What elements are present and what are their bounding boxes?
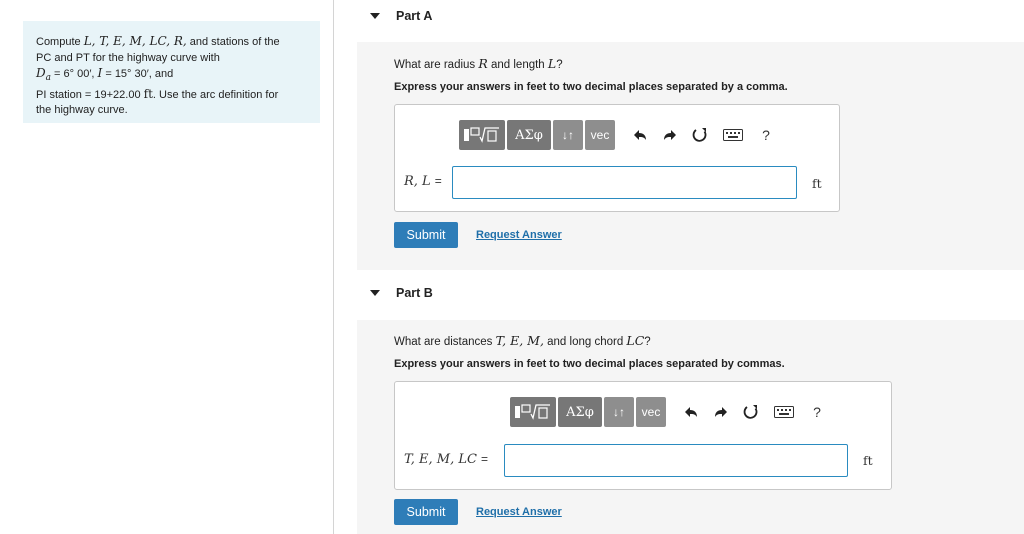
part-a-unit: ft [812,176,822,191]
part-a-input-label: R, L = [404,174,442,189]
keyboard-icon[interactable] [715,120,751,150]
part-a-toolbar: ΑΣφ ↓↑ vec ? [459,120,781,150]
part-b-unit: ft [863,453,873,468]
help-icon[interactable]: ? [751,120,781,150]
part-b-instruction: Express your answers in feet to two deci… [394,358,785,370]
part-b-title: Part B [396,286,433,300]
problem-line-3: Da = 6° 00′, I = 15° 30′, and [36,66,174,84]
part-b-request-answer-link[interactable]: Request Answer [476,506,562,518]
collapse-caret-icon[interactable] [370,290,380,296]
part-a-answer-input[interactable] [452,166,797,199]
templates-button[interactable] [459,120,505,150]
subscript-superscript-button[interactable]: ↓↑ [553,120,583,150]
help-icon[interactable]: ? [802,397,832,427]
part-b-input-label: T, E, M, LC = [404,452,488,467]
redo-icon[interactable] [655,120,685,150]
reset-icon[interactable] [736,397,766,427]
panel-divider [333,0,334,534]
part-b-submit-button[interactable]: Submit [394,499,458,525]
undo-icon[interactable] [625,120,655,150]
collapse-caret-icon[interactable] [370,13,380,19]
subscript-superscript-button[interactable]: ↓↑ [604,397,634,427]
reset-icon[interactable] [685,120,715,150]
part-a-instruction: Express your answers in feet to two deci… [394,81,788,93]
undo-icon[interactable] [676,397,706,427]
part-b-header[interactable]: Part B [370,283,433,303]
problem-line-2: PC and PT for the highway curve with [36,51,220,64]
problem-line-5: the highway curve. [36,104,128,117]
part-a-header[interactable]: Part A [370,6,432,26]
vector-button[interactable]: vec [585,120,615,150]
problem-line-4: PI station = 19+22.00 ft. Use the arc de… [36,86,279,101]
problem-line-1: Compute L, T, E, M, LC, R, and stations … [36,34,280,48]
fraction-radical-icon [464,127,499,143]
problem-statement: Compute L, T, E, M, LC, R, and stations … [23,21,320,123]
part-a-submit-button[interactable]: Submit [394,222,458,248]
keyboard-icon[interactable] [766,397,802,427]
greek-symbols-button[interactable]: ΑΣφ [507,120,551,150]
part-a-question: What are radius R and length L? [394,56,563,71]
part-b-question: What are distances T, E, M, and long cho… [394,333,651,348]
vector-button[interactable]: vec [636,397,666,427]
redo-icon[interactable] [706,397,736,427]
greek-symbols-button[interactable]: ΑΣφ [558,397,602,427]
templates-button[interactable] [510,397,556,427]
part-a-title: Part A [396,9,433,23]
part-b-answer-input[interactable] [504,444,848,477]
part-a-request-answer-link[interactable]: Request Answer [476,229,562,241]
part-b-toolbar: ΑΣφ ↓↑ vec ? [510,397,832,427]
fraction-radical-icon [515,404,550,420]
